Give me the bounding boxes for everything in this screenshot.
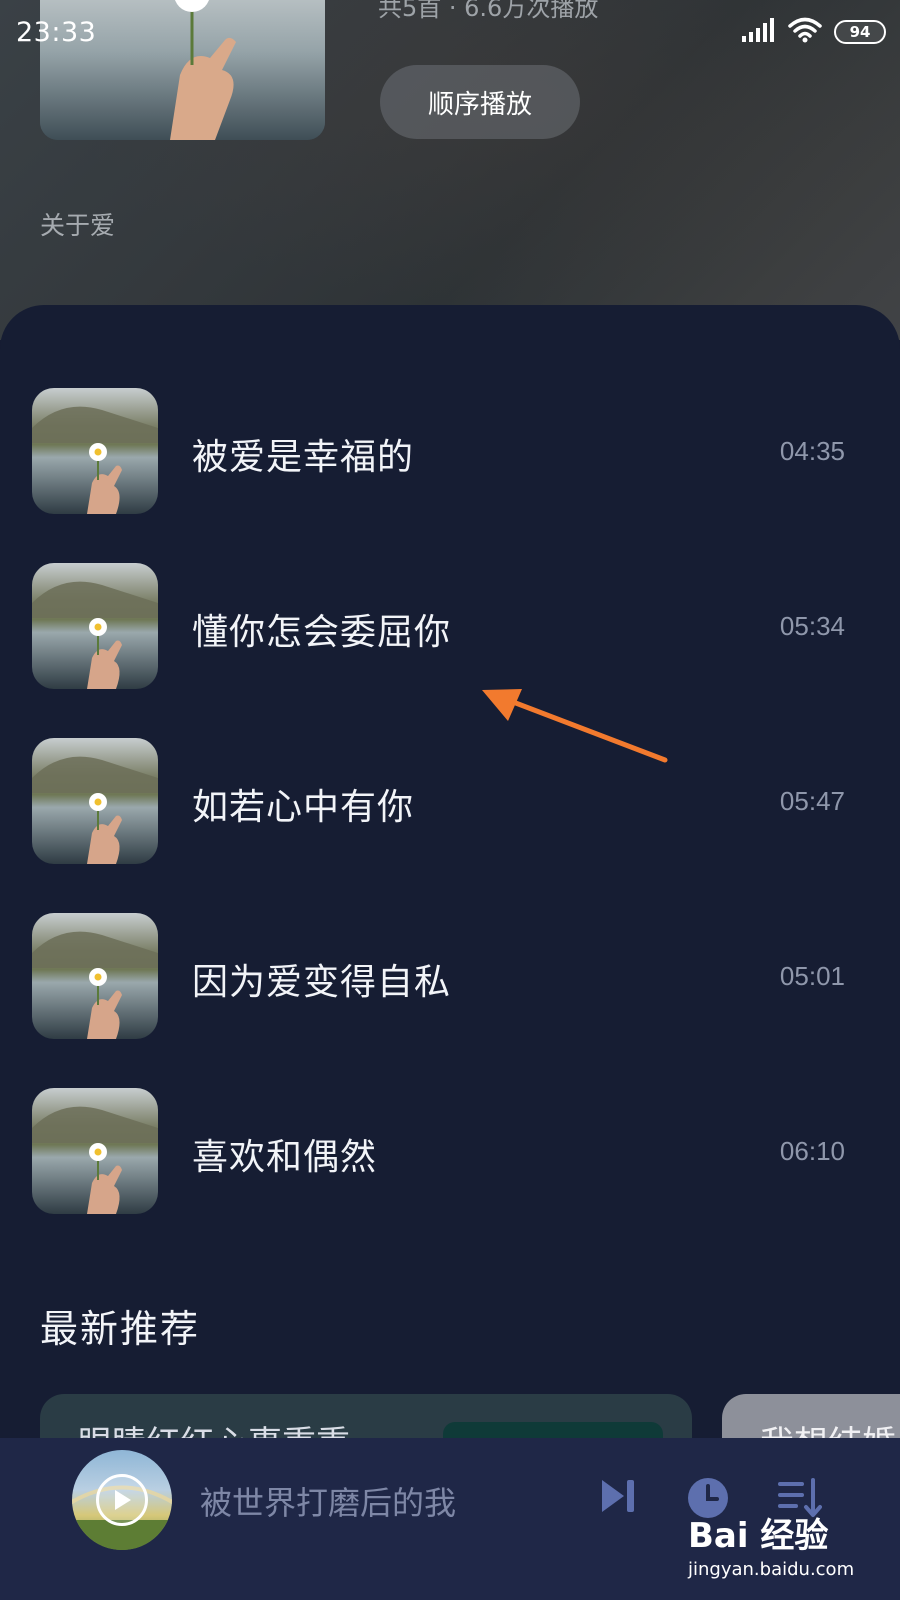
song-row[interactable]: 懂你怎会委屈你 05:34 xyxy=(0,563,900,693)
song-title: 因为爱变得自私 xyxy=(192,962,452,1003)
watermark-logo: Bai 经验 xyxy=(688,1516,829,1556)
song-duration: 05:34 xyxy=(779,611,845,641)
annotation-arrow-icon xyxy=(482,689,668,763)
song-duration: 05:01 xyxy=(779,961,845,991)
next-track-icon[interactable] xyxy=(598,1476,638,1520)
recommend-section-title: 最新推荐 xyxy=(40,1307,201,1351)
song-row[interactable]: 喜欢和偶然 06:10 xyxy=(0,1088,900,1218)
status-time: 23:33 xyxy=(16,16,97,48)
song-row[interactable]: 因为爱变得自私 05:01 xyxy=(0,913,900,1043)
song-title: 如若心中有你 xyxy=(192,787,415,828)
song-cover-image xyxy=(32,913,158,1039)
song-title: 懂你怎会委屈你 xyxy=(192,612,452,653)
status-icons: 94 xyxy=(742,17,886,47)
song-cover-image xyxy=(32,738,158,864)
song-row[interactable]: 如若心中有你 05:47 xyxy=(0,738,900,868)
song-title: 喜欢和偶然 xyxy=(192,1137,378,1178)
playlist-description: 关于爱 xyxy=(40,211,116,240)
song-cover-image xyxy=(32,563,158,689)
song-duration: 04:35 xyxy=(779,436,845,466)
song-row[interactable]: 被爱是幸福的 04:35 xyxy=(0,388,900,518)
wifi-icon xyxy=(788,17,822,47)
now-playing-title: 被世界打磨后的我 xyxy=(200,1484,457,1522)
now-playing-cover[interactable] xyxy=(72,1450,172,1550)
sequential-play-button[interactable]: 顺序播放 xyxy=(380,65,580,139)
watermark-url: jingyan.baidu.com xyxy=(688,1559,855,1580)
song-duration: 05:47 xyxy=(779,786,845,816)
song-cover-image xyxy=(32,1088,158,1214)
song-title: 被爱是幸福的 xyxy=(192,437,415,478)
signal-icon xyxy=(742,18,776,46)
song-cover-image xyxy=(32,388,158,514)
baidu-jingyan-watermark: Bai 经验 jingyan.baidu.com xyxy=(688,1508,888,1592)
battery-indicator: 94 xyxy=(834,20,886,44)
play-icon[interactable] xyxy=(96,1474,148,1526)
status-bar: 23:33 94 xyxy=(0,0,900,64)
song-duration: 06:10 xyxy=(779,1136,845,1166)
